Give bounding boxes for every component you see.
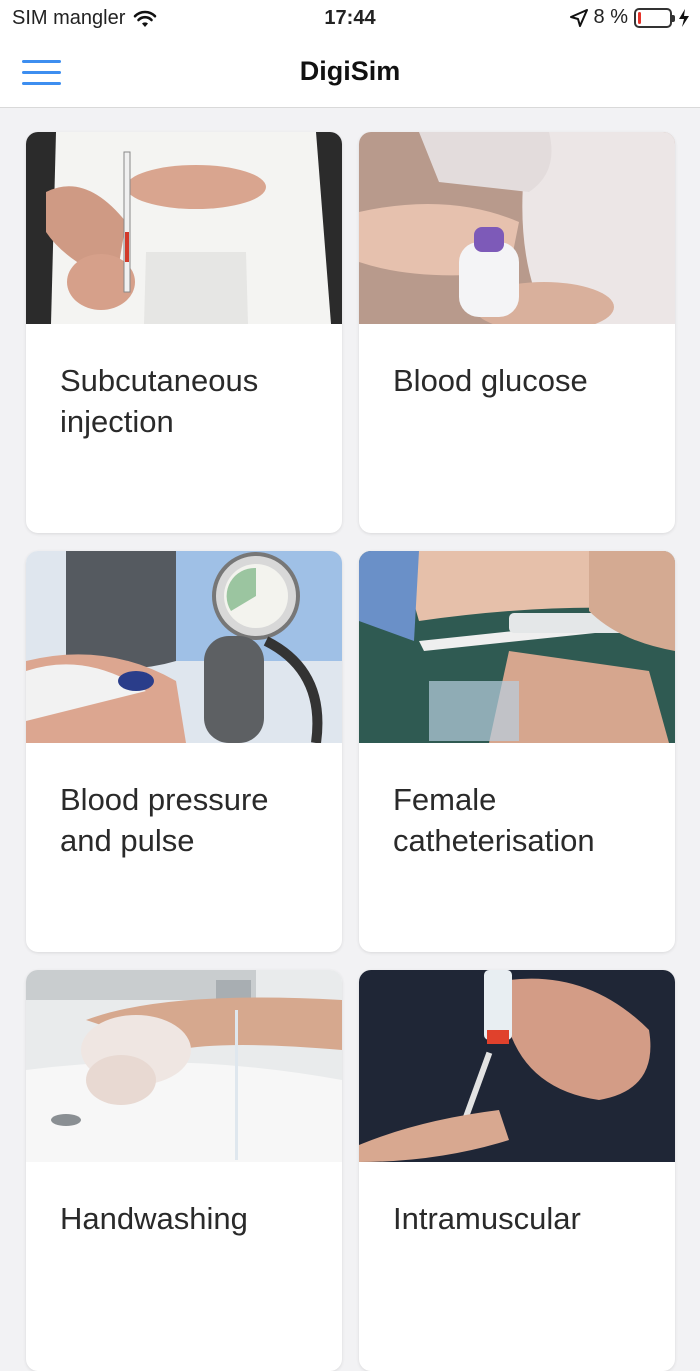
card-title: Intramuscular (393, 1201, 581, 1236)
female-catheterisation-photo (359, 551, 675, 743)
card-title: Handwashing (60, 1201, 248, 1236)
charging-bolt-icon (679, 8, 689, 27)
app-title: DigiSim (299, 56, 401, 86)
card-title: Subcutaneous injection (60, 363, 259, 439)
status-right: 8 % (569, 6, 690, 29)
battery-icon (634, 7, 675, 28)
handwashing-photo (26, 970, 342, 1162)
card-blood-pressure[interactable]: Blood pressure and pulse (26, 551, 342, 952)
battery-fill (638, 11, 641, 24)
battery-nub (672, 14, 675, 22)
card-female-catheterisation[interactable]: Female catheterisation (359, 551, 675, 952)
location-arrow-icon (569, 8, 588, 27)
card-handwashing[interactable]: Handwashing (26, 970, 342, 1371)
blood-glucose-photo (359, 132, 675, 324)
nav-bar: DigiSim (0, 40, 700, 108)
card-subcutaneous-injection[interactable]: Subcutaneous injection (26, 132, 342, 533)
blood-pressure-photo (26, 551, 342, 743)
card-intramuscular[interactable]: Intramuscular (359, 970, 675, 1371)
card-title: Female catheterisation (393, 782, 595, 858)
card-title: Blood glucose (393, 363, 588, 398)
intramuscular-injection-photo (359, 970, 675, 1162)
status-bar: SIM mangler 17:44 8 % (0, 0, 700, 40)
battery-percent: 8 % (593, 6, 628, 28)
card-title: Blood pressure and pulse (60, 782, 269, 858)
module-grid: Subcutaneous injection Blood glucose Blo… (26, 132, 676, 1371)
card-blood-glucose[interactable]: Blood glucose (359, 132, 675, 533)
subcutaneous-injection-photo (26, 132, 342, 324)
